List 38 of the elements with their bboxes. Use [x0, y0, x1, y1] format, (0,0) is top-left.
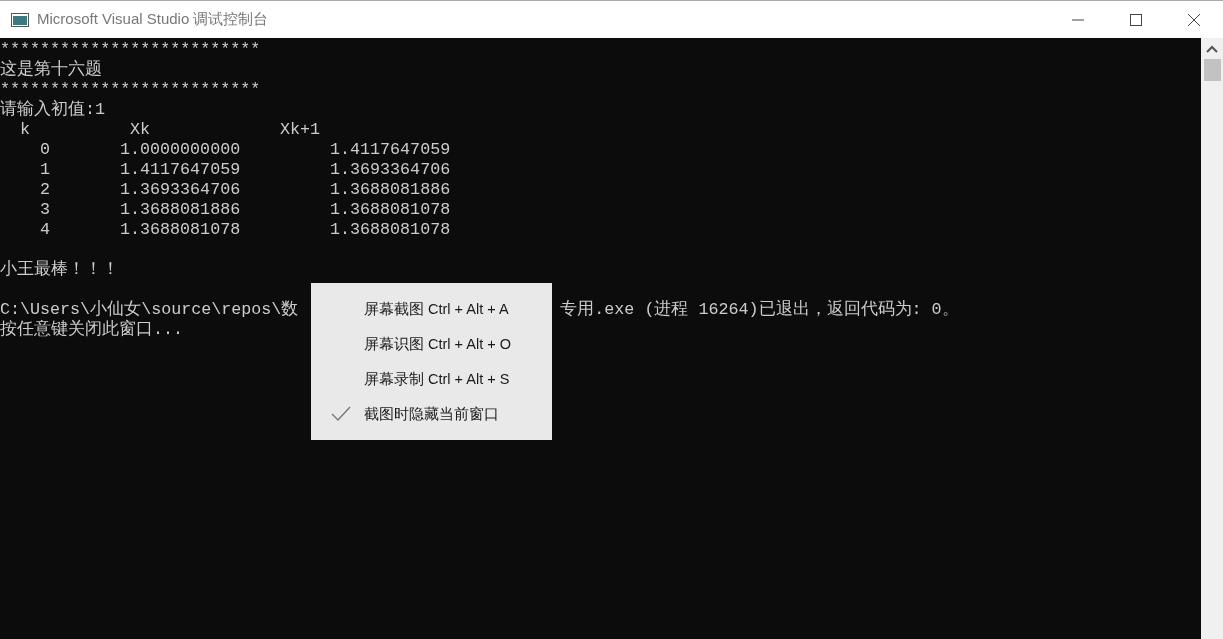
table-cell-text: 3: [40, 200, 51, 220]
column-header: Xk: [130, 120, 152, 140]
minimize-icon: [1072, 18, 1084, 21]
console-line: 小王最棒！！！: [0, 260, 120, 280]
console-line: 这是第十六题: [0, 60, 103, 80]
maximize-icon: [1130, 13, 1142, 26]
scroll-up-icon[interactable]: [1205, 44, 1219, 54]
console-line: **************************: [0, 80, 262, 100]
table-cell-text: 1.3688081886: [120, 200, 242, 220]
table-cell: 1.3688081078: [330, 200, 451, 220]
close-icon: [1188, 13, 1200, 26]
table-cell-text: 4: [40, 220, 51, 240]
table-cell-text: 1.0000000000: [120, 140, 242, 160]
table-cell-text: 2: [40, 180, 51, 200]
table-cell: 1.3688081078: [330, 220, 451, 240]
table-cell: 1.3688081886: [330, 180, 451, 200]
table-cell: 1.4117647059: [330, 140, 451, 160]
console-line: 请输入初值:1: [0, 100, 107, 120]
console-line: 按任意键关闭此窗口...: [0, 320, 185, 340]
console-line: C:\Users\小仙女\source\repos\数: [0, 300, 299, 319]
table-cell-text: 1.3693364706: [120, 180, 242, 200]
table-cell-text: 1: [40, 160, 51, 180]
column-header: k: [20, 120, 31, 140]
table-cell-text: 1.4117647059: [120, 160, 242, 180]
scrollbar[interactable]: [1201, 38, 1223, 639]
menu-item[interactable]: 屏幕识图 Ctrl + Alt + O: [311, 326, 552, 362]
table-cell-text: 0: [40, 140, 51, 160]
table-cell-text: 1.3688081078: [120, 220, 242, 240]
menu-item[interactable]: 截图时隐藏当前窗口: [311, 396, 552, 432]
console-line: **************************: [0, 40, 262, 60]
scroll-thumb[interactable]: [1203, 59, 1221, 81]
console-line: 专用.exe (进程 16264)已退出，返回代码为: 0。: [560, 300, 959, 320]
window-title: Microsoft Visual Studio 调试控制台: [37, 10, 269, 29]
menu-item[interactable]: 屏幕截图 Ctrl + Alt + A: [311, 291, 552, 327]
column-header: Xk+1: [280, 120, 321, 140]
table-cell: 1.3693364706: [330, 160, 451, 180]
menu-item[interactable]: 屏幕录制 Ctrl + Alt + S: [311, 361, 552, 397]
console-app-icon: [11, 12, 29, 27]
